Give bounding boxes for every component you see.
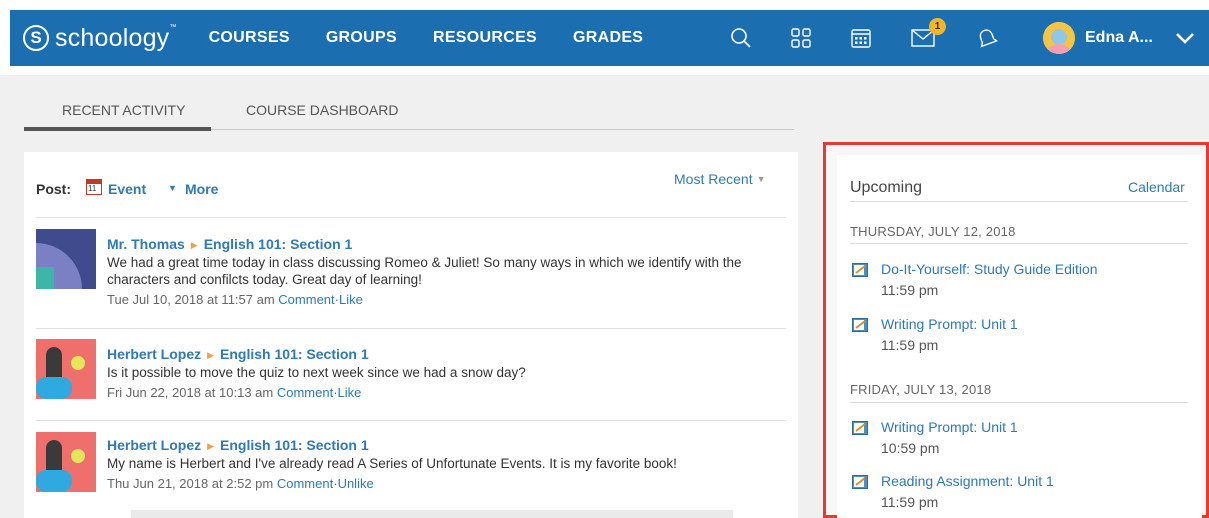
user-avatar[interactable]: [1043, 22, 1075, 54]
nav-icon-group: 1: [722, 10, 1000, 66]
upcoming-item[interactable]: Do-It-Yourself: Study Guide Edition 11:5…: [850, 261, 1190, 305]
post-author[interactable]: Herbert Lopez: [107, 346, 201, 362]
assignment-icon: [852, 263, 868, 277]
upcoming-item-name[interactable]: Do-It-Yourself: Study Guide Edition: [881, 261, 1098, 277]
nav-grades[interactable]: GRADES: [573, 29, 643, 47]
sort-dropdown[interactable]: Most Recent ▼: [674, 171, 766, 187]
arrow-right-icon: ▶: [190, 240, 198, 250]
post-timestamp: Thu Jun 21, 2018 at 2:52 pm: [107, 476, 274, 491]
upcoming-item-name[interactable]: Reading Assignment: Unit 1: [881, 473, 1054, 489]
activity-feed: Post: 11 Event ▼ More Most Recent ▼ Mr. T…: [24, 152, 798, 518]
nav-courses[interactable]: COURSES: [209, 29, 290, 47]
apps-grid-icon[interactable]: [788, 25, 814, 51]
nav-links: COURSES GROUPS RESOURCES GRADES: [209, 29, 680, 47]
like-link[interactable]: Like: [339, 292, 363, 307]
author-avatar[interactable]: [36, 432, 96, 492]
logo-mark-icon: S: [23, 25, 49, 51]
post-course[interactable]: English 101: Section 1: [220, 346, 369, 362]
upcoming-item[interactable]: Writing Prompt: Unit 1 10:59 pm: [850, 419, 1190, 463]
upcoming-date: THURSDAY, JULY 12, 2018: [850, 224, 1016, 239]
chevron-down-icon[interactable]: [1174, 28, 1196, 53]
upcoming-item-name[interactable]: Writing Prompt: Unit 1: [881, 316, 1018, 332]
calendar-link[interactable]: Calendar: [1128, 179, 1185, 195]
post-text: My name is Herbert and I've already read…: [107, 456, 677, 471]
post-text: We had a great time today in class discu…: [107, 255, 742, 287]
post-author[interactable]: Herbert Lopez: [107, 437, 201, 453]
active-tab-indicator: [24, 127, 211, 131]
brand-name: schoology: [55, 23, 170, 52]
search-icon[interactable]: [728, 25, 754, 51]
upcoming-item-time: 11:59 pm: [881, 282, 939, 298]
author-avatar[interactable]: [36, 339, 96, 399]
upcoming-divider: [850, 243, 1188, 244]
upcoming-item[interactable]: Reading Assignment: Unit 1 11:59 pm: [850, 473, 1190, 517]
feed-divider: [36, 328, 786, 329]
top-bar: S schoology™ COURSES GROUPS RESOURCES GR…: [0, 0, 1209, 75]
post-label: Post:: [36, 181, 71, 197]
post-bar: Post: 11 Event ▼ More Most Recent ▼: [24, 152, 798, 210]
messages-icon[interactable]: 1: [910, 18, 946, 51]
nav-groups[interactable]: GROUPS: [326, 29, 397, 47]
author-avatar[interactable]: [36, 229, 96, 289]
post-course[interactable]: English 101: Section 1: [204, 236, 353, 252]
upcoming-item-time: 11:59 pm: [881, 337, 939, 353]
arrow-right-icon: ▶: [207, 350, 215, 360]
feed-divider: [36, 420, 786, 421]
tab-course-dashboard[interactable]: COURSE DASHBOARD: [246, 102, 398, 118]
like-link[interactable]: Like: [338, 385, 362, 400]
upcoming-divider: [850, 402, 1188, 403]
upcoming-item-name[interactable]: Writing Prompt: Unit 1: [881, 419, 1018, 435]
calendar-event-icon[interactable]: 11: [86, 179, 102, 195]
assignment-icon: [852, 421, 868, 435]
home-tabs: RECENT ACTIVITY COURSE DASHBOARD: [24, 90, 794, 131]
calendar-icon[interactable]: [848, 25, 874, 51]
arrow-right-icon: ▶: [207, 441, 215, 451]
caret-down-icon[interactable]: ▼: [168, 183, 177, 193]
comment-link[interactable]: Comment: [277, 476, 333, 491]
user-name[interactable]: Edna A...: [1085, 29, 1153, 47]
upcoming-title: Upcoming: [850, 179, 923, 196]
like-link[interactable]: Unlike: [338, 476, 374, 491]
nav-resources[interactable]: RESOURCES: [433, 29, 537, 47]
comment-link[interactable]: Comment: [277, 385, 333, 400]
assignment-icon: [852, 475, 868, 489]
post-timestamp: Tue Jul 10, 2018 at 11:57 am: [107, 292, 275, 307]
comment-link[interactable]: Comment: [278, 292, 334, 307]
notifications-bell-icon[interactable]: [974, 25, 1000, 51]
post-more-button[interactable]: More: [185, 181, 218, 197]
upcoming-item[interactable]: Writing Prompt: Unit 1 11:59 pm: [850, 316, 1190, 360]
upcoming-panel: Upcoming Calendar THURSDAY, JULY 12, 201…: [823, 142, 1209, 518]
schoology-logo[interactable]: S schoology™: [23, 24, 177, 53]
post-text: Is it possible to move the quiz to next …: [107, 365, 526, 380]
upcoming-divider: [850, 201, 1188, 202]
post-timestamp: Fri Jun 22, 2018 at 10:13 am: [107, 385, 274, 400]
assignment-icon: [852, 318, 868, 332]
upcoming-item-time: 10:59 pm: [881, 440, 940, 456]
caret-down-icon: ▼: [756, 174, 766, 184]
main-navigation: S schoology™ COURSES GROUPS RESOURCES GR…: [10, 10, 1209, 66]
upcoming-date: FRIDAY, JULY 13, 2018: [850, 382, 992, 397]
post-author[interactable]: Mr. Thomas: [107, 236, 185, 252]
post-event-button[interactable]: Event: [108, 181, 146, 197]
sort-label: Most Recent: [674, 171, 753, 187]
tab-recent-activity[interactable]: RECENT ACTIVITY: [62, 102, 185, 118]
event-icon-number: 11: [88, 184, 97, 193]
message-count-badge: 1: [929, 18, 946, 35]
feed-divider: [36, 217, 786, 218]
upcoming-item-time: 11:59 pm: [881, 494, 939, 510]
comment-input-area[interactable]: [131, 510, 733, 518]
post-course[interactable]: English 101: Section 1: [220, 437, 369, 453]
